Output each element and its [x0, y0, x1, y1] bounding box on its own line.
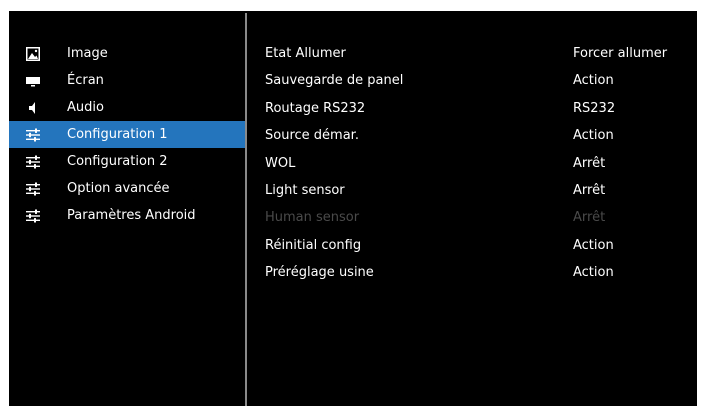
setting-label: WOL: [265, 155, 296, 171]
setting-row-reset-config[interactable]: Réinitial config Action: [247, 234, 697, 261]
setting-label: Etat Allumer: [265, 46, 346, 61]
menu-item-label: Configuration 1: [67, 127, 168, 142]
sliders-icon: [26, 155, 40, 169]
setting-value: Action: [573, 128, 614, 144]
setting-value: Arrêt: [573, 155, 606, 171]
setting-row-factory-reset[interactable]: Préréglage usine Action: [247, 261, 697, 288]
menu-item-audio[interactable]: Audio: [9, 94, 245, 121]
setting-row-wol[interactable]: WOL Arrêt: [247, 152, 697, 179]
menu-item-android-settings[interactable]: Paramètres Android: [9, 202, 245, 229]
main-menu: Image Écran Audio Configuration 1 Config…: [9, 40, 245, 229]
menu-item-configuration-2[interactable]: Configuration 2: [9, 148, 245, 175]
menu-item-advanced-option[interactable]: Option avancée: [9, 175, 245, 202]
setting-value: Forcer allumer: [573, 46, 668, 61]
setting-label: Sauvegarde de panel: [265, 73, 404, 89]
osd-menu-window: Image Écran Audio Configuration 1 Config…: [9, 11, 697, 406]
menu-item-label: Paramètres Android: [67, 208, 196, 223]
sliders-icon: [26, 209, 40, 223]
setting-value: Arrêt: [573, 182, 606, 198]
screen-icon: [26, 74, 40, 88]
setting-row-rs232-routing[interactable]: Routage RS232 RS232: [247, 97, 697, 124]
setting-row-light-sensor[interactable]: Light sensor Arrêt: [247, 179, 697, 206]
setting-value: Action: [573, 73, 614, 89]
menu-item-screen[interactable]: Écran: [9, 67, 245, 94]
setting-row-boot-source[interactable]: Source démar. Action: [247, 124, 697, 151]
speaker-icon: [26, 101, 40, 115]
menu-item-configuration-1[interactable]: Configuration 1: [9, 121, 245, 148]
menu-item-label: Option avancée: [67, 181, 170, 196]
setting-value: Action: [573, 265, 614, 281]
setting-value: Arrêt: [573, 210, 606, 226]
setting-label: Human sensor: [265, 210, 360, 226]
sliders-icon: [26, 182, 40, 196]
setting-row-human-sensor: Human sensor Arrêt: [247, 206, 697, 233]
setting-label: Réinitial config: [265, 237, 362, 253]
setting-value: Action: [573, 237, 614, 253]
setting-row-panel-saving[interactable]: Sauvegarde de panel Action: [247, 69, 697, 96]
setting-label: Préréglage usine: [265, 265, 374, 281]
setting-value: RS232: [573, 100, 616, 116]
setting-label: Routage RS232: [265, 100, 366, 116]
menu-item-label: Audio: [67, 100, 104, 115]
sliders-icon: [26, 128, 40, 142]
menu-item-label: Configuration 2: [67, 154, 168, 169]
setting-label: Light sensor: [265, 182, 345, 198]
menu-item-image[interactable]: Image: [9, 40, 245, 67]
menu-item-label: Image: [67, 46, 108, 61]
setting-label: Source démar.: [265, 128, 359, 144]
menu-item-label: Écran: [67, 73, 104, 88]
settings-list: Etat Allumer Forcer allumer Sauvegarde d…: [247, 42, 697, 289]
setting-row-power-on-state[interactable]: Etat Allumer Forcer allumer: [247, 42, 697, 69]
image-icon: [26, 47, 40, 61]
